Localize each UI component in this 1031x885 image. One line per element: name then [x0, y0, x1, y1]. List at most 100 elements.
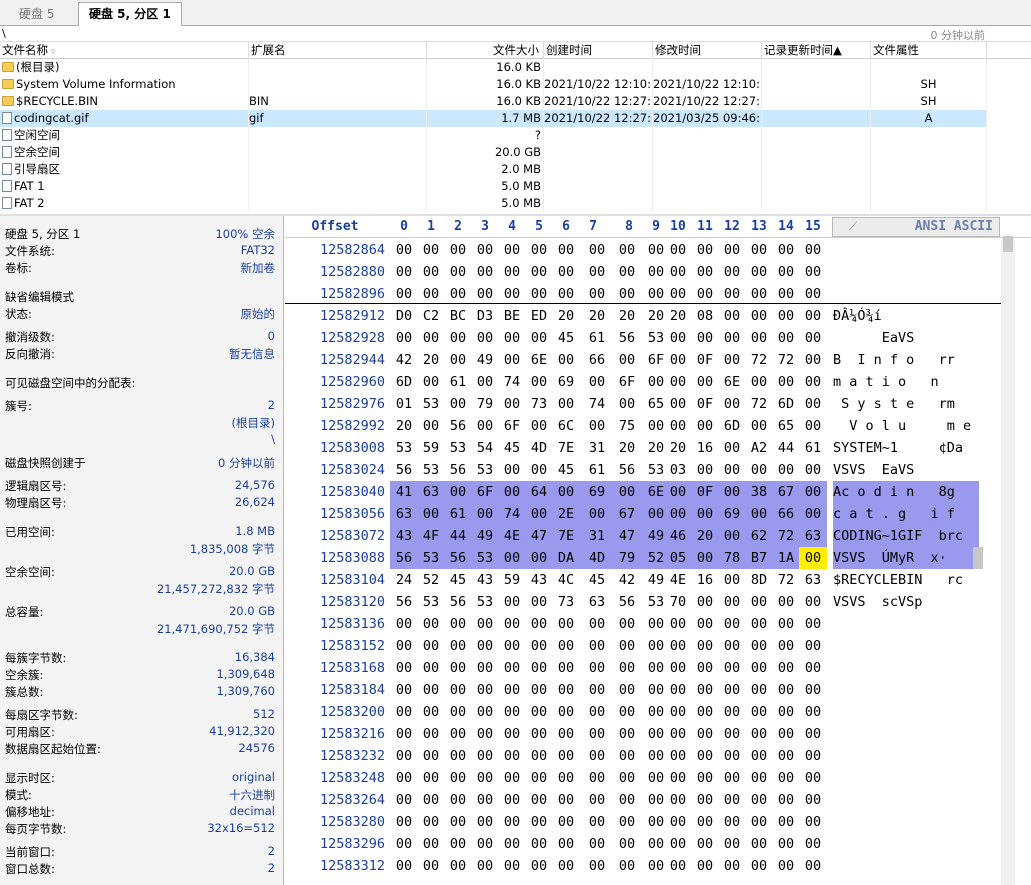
hex-byte[interactable]: 00 — [417, 745, 445, 767]
hex-byte[interactable]: 00 — [664, 349, 692, 371]
hex-byte[interactable]: 00 — [525, 811, 553, 833]
ascii-text[interactable]: VSVS ÚMyR x· — [833, 547, 979, 569]
hex-byte[interactable]: 00 — [611, 635, 643, 657]
hex-byte[interactable]: 00 — [579, 679, 615, 701]
hex-byte[interactable]: 56 — [444, 459, 472, 481]
hex-byte[interactable]: D0 — [390, 305, 418, 327]
hex-byte[interactable]: 00 — [552, 481, 580, 503]
hex-byte[interactable]: 56 — [611, 459, 643, 481]
hex-byte[interactable]: 00 — [498, 855, 526, 877]
hex-byte[interactable]: 00 — [799, 327, 827, 349]
file-row[interactable]: (根目录) 16.0 KB — [0, 59, 987, 76]
hex-byte[interactable]: 00 — [664, 613, 692, 635]
hex-byte[interactable]: 00 — [390, 613, 418, 635]
hex-byte[interactable]: 63 — [390, 503, 418, 525]
hex-byte[interactable]: 00 — [525, 833, 553, 855]
hex-byte[interactable]: 00 — [444, 481, 472, 503]
hex-byte[interactable]: 00 — [417, 833, 445, 855]
hex-byte[interactable]: 00 — [772, 811, 800, 833]
hex-byte[interactable]: 00 — [498, 789, 526, 811]
hex-byte[interactable]: 00 — [498, 613, 526, 635]
ascii-text[interactable]: Ac o d i n 8g — [833, 481, 979, 503]
hex-byte[interactable]: 00 — [579, 745, 615, 767]
hex-byte[interactable]: 00 — [471, 657, 499, 679]
hex-byte[interactable]: 00 — [745, 635, 773, 657]
hex-byte[interactable]: 00 — [745, 503, 773, 525]
hex-byte[interactable]: 00 — [799, 635, 827, 657]
hex-byte[interactable]: 59 — [498, 569, 526, 591]
hex-byte[interactable]: 56 — [444, 591, 472, 613]
hex-byte[interactable]: 00 — [579, 789, 615, 811]
hex-byte[interactable]: 67 — [611, 503, 643, 525]
hex-byte[interactable]: 20 — [611, 437, 643, 459]
hex-byte[interactable]: 47 — [525, 525, 553, 547]
hex-byte[interactable]: 43 — [471, 569, 499, 591]
hex-byte[interactable]: D3 — [471, 305, 499, 327]
hex-byte[interactable]: 00 — [525, 855, 553, 877]
hex-byte[interactable]: 00 — [471, 723, 499, 745]
hex-byte[interactable]: 45 — [444, 569, 472, 591]
hex-byte[interactable]: 00 — [444, 723, 472, 745]
hex-byte[interactable]: 00 — [691, 261, 719, 283]
hex-byte[interactable]: 00 — [745, 789, 773, 811]
hex-byte[interactable]: 00 — [390, 657, 418, 679]
hex-byte[interactable]: 00 — [390, 833, 418, 855]
ascii-text[interactable]: S y s t e rm — [833, 393, 955, 415]
hex-byte[interactable]: 00 — [718, 569, 746, 591]
hex-byte[interactable]: 53 — [417, 393, 445, 415]
hex-byte[interactable]: 45 — [552, 327, 580, 349]
hex-byte[interactable]: BE — [498, 305, 526, 327]
hex-byte[interactable]: 4E — [498, 525, 526, 547]
hex-byte[interactable]: 00 — [525, 635, 553, 657]
hex-byte[interactable]: 00 — [772, 371, 800, 393]
hex-byte[interactable]: 00 — [498, 481, 526, 503]
file-row[interactable]: FAT 2 5.0 MB — [0, 195, 987, 212]
hex-byte[interactable]: 00 — [691, 833, 719, 855]
hex-byte[interactable]: 7E — [552, 437, 580, 459]
hex-byte[interactable]: 00 — [390, 635, 418, 657]
hex-byte[interactable]: 00 — [498, 767, 526, 789]
hex-byte[interactable]: 00 — [799, 745, 827, 767]
hex-byte[interactable]: 00 — [471, 767, 499, 789]
hex-byte[interactable]: 73 — [525, 393, 553, 415]
hex-byte[interactable]: 00 — [579, 371, 615, 393]
hex-byte[interactable]: 00 — [772, 635, 800, 657]
hex-byte[interactable]: 61 — [579, 327, 615, 349]
hex-byte[interactable]: 00 — [390, 855, 418, 877]
hex-byte[interactable]: 20 — [664, 437, 692, 459]
hex-byte[interactable]: 00 — [718, 525, 746, 547]
hex-byte[interactable]: 00 — [471, 283, 499, 305]
hex-byte[interactable]: 00 — [525, 767, 553, 789]
hex-byte[interactable]: 00 — [772, 701, 800, 723]
file-row[interactable]: $RECYCLE.BIN BIN 16.0 KB 2021/10/22 12:27:.… — [0, 93, 987, 110]
hex-byte[interactable]: 00 — [772, 855, 800, 877]
hex-byte[interactable]: 45 — [552, 459, 580, 481]
hex-byte[interactable]: 74 — [498, 371, 526, 393]
hex-byte[interactable]: 59 — [417, 437, 445, 459]
hex-byte[interactable]: 00 — [664, 723, 692, 745]
hex-byte[interactable]: 00 — [799, 547, 827, 569]
hex-byte[interactable]: 20 — [691, 525, 719, 547]
ascii-text[interactable]: VSVS EaVS — [833, 459, 914, 481]
hex-byte[interactable]: 00 — [471, 789, 499, 811]
hex-byte[interactable]: 69 — [579, 481, 615, 503]
hex-byte[interactable]: 00 — [471, 371, 499, 393]
hex-byte[interactable]: 00 — [718, 349, 746, 371]
hex-byte[interactable]: 63 — [799, 569, 827, 591]
hex-byte[interactable]: 00 — [799, 767, 827, 789]
hex-byte[interactable]: 00 — [552, 723, 580, 745]
hex-byte[interactable]: 00 — [745, 745, 773, 767]
hex-byte[interactable]: 00 — [552, 635, 580, 657]
hex-byte[interactable]: 6D — [718, 415, 746, 437]
hex-byte[interactable]: 00 — [691, 591, 719, 613]
file-row[interactable]: 空闲空间? — [0, 127, 987, 144]
hex-byte[interactable]: 00 — [417, 811, 445, 833]
hex-byte[interactable]: 00 — [579, 261, 615, 283]
hex-byte[interactable]: 00 — [772, 613, 800, 635]
hex-byte[interactable]: 00 — [772, 459, 800, 481]
hex-byte[interactable]: 1A — [772, 547, 800, 569]
hex-byte[interactable]: 00 — [444, 811, 472, 833]
hex-byte[interactable]: 00 — [664, 855, 692, 877]
hex-byte[interactable]: 00 — [611, 613, 643, 635]
hex-byte[interactable]: 00 — [417, 261, 445, 283]
